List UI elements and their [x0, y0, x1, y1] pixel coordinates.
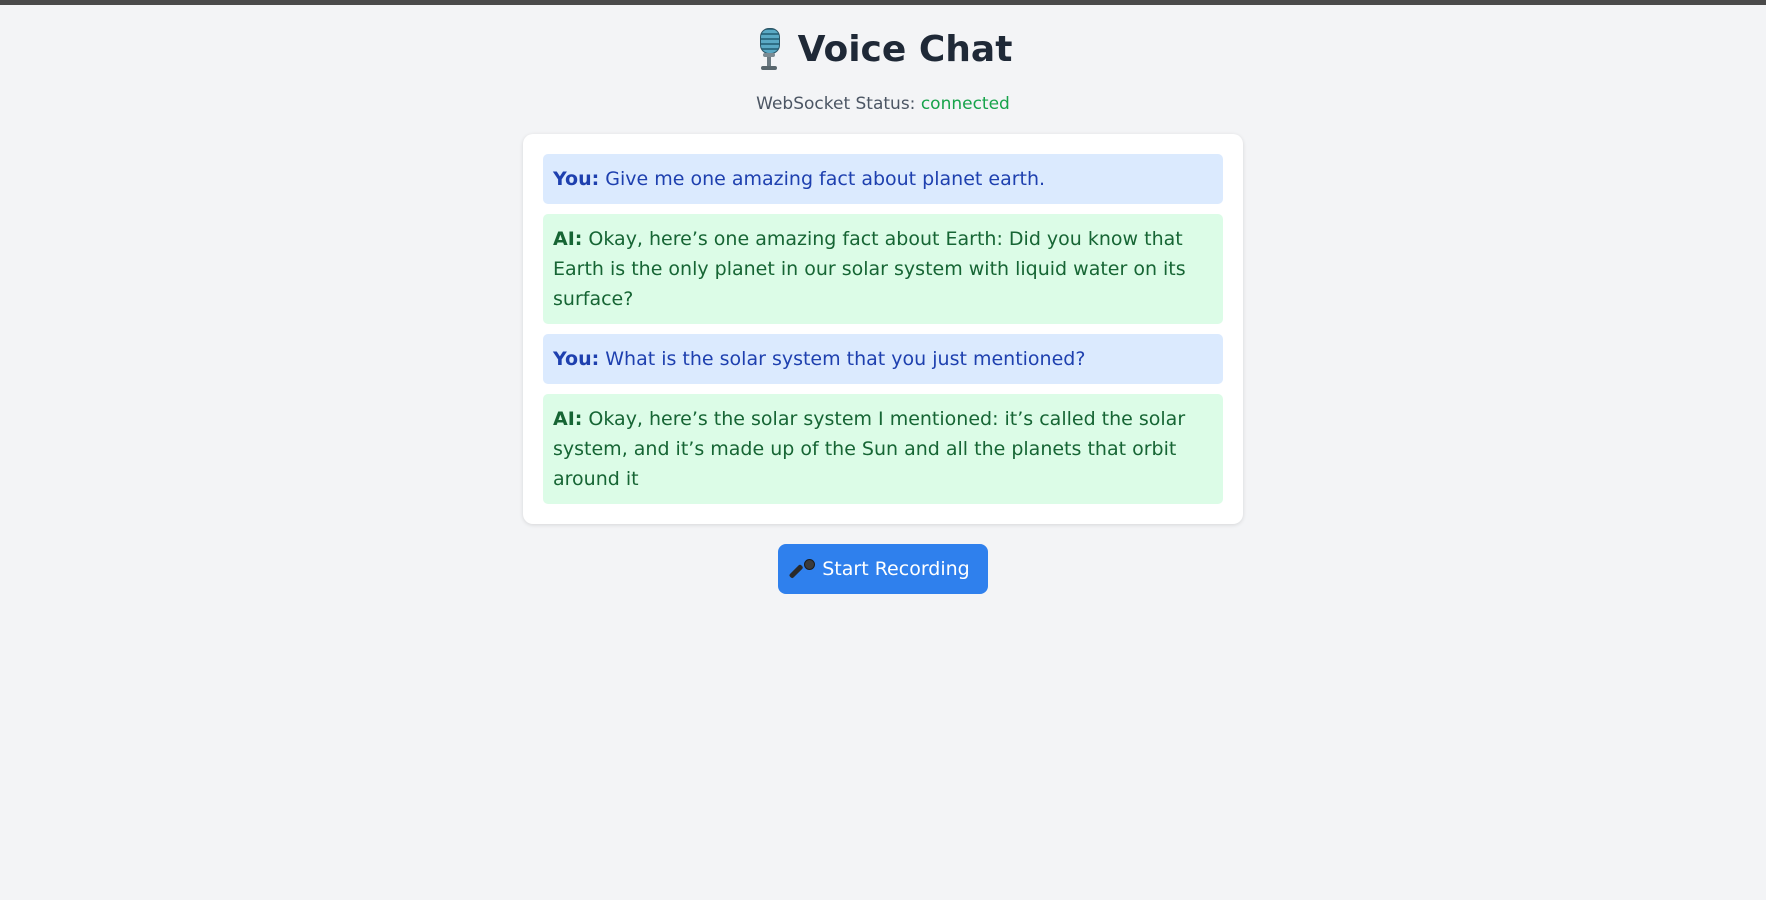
message-text: Okay, here’s the solar system I mentione…: [553, 408, 1186, 490]
studio-microphone-icon: [754, 28, 784, 70]
websocket-status-value: connected: [920, 94, 1010, 114]
chat-message-user: You: Give me one amazing fact about plan…: [543, 154, 1223, 204]
message-speaker: You:: [553, 168, 600, 190]
chat-transcript: You: Give me one amazing fact about plan…: [523, 134, 1243, 524]
start-recording-label: Start Recording: [822, 558, 970, 580]
chat-message-user: You: What is the solar system that you j…: [543, 334, 1223, 384]
voice-chat-page: Voice Chat WebSocket Status: connected Y…: [0, 0, 1766, 594]
message-text: What is the solar system that you just m…: [605, 348, 1086, 370]
message-text: Okay, here’s one amazing fact about Eart…: [553, 228, 1186, 310]
websocket-status-label: WebSocket Status:: [756, 94, 916, 114]
message-speaker: You:: [553, 348, 600, 370]
page-title: Voice Chat: [754, 26, 1013, 72]
chat-message-ai: AI: Okay, here’s one amazing fact about …: [543, 214, 1223, 324]
message-text: Give me one amazing fact about planet ea…: [605, 168, 1046, 190]
message-speaker: AI:: [553, 408, 583, 430]
microphone-icon: [788, 558, 816, 580]
message-speaker: AI:: [553, 228, 583, 250]
chat-message-ai: AI: Okay, here’s the solar system I ment…: [543, 394, 1223, 504]
start-recording-button[interactable]: Start Recording: [778, 544, 988, 594]
page-title-text: Voice Chat: [797, 28, 1013, 70]
websocket-status: WebSocket Status: connected: [756, 93, 1010, 115]
